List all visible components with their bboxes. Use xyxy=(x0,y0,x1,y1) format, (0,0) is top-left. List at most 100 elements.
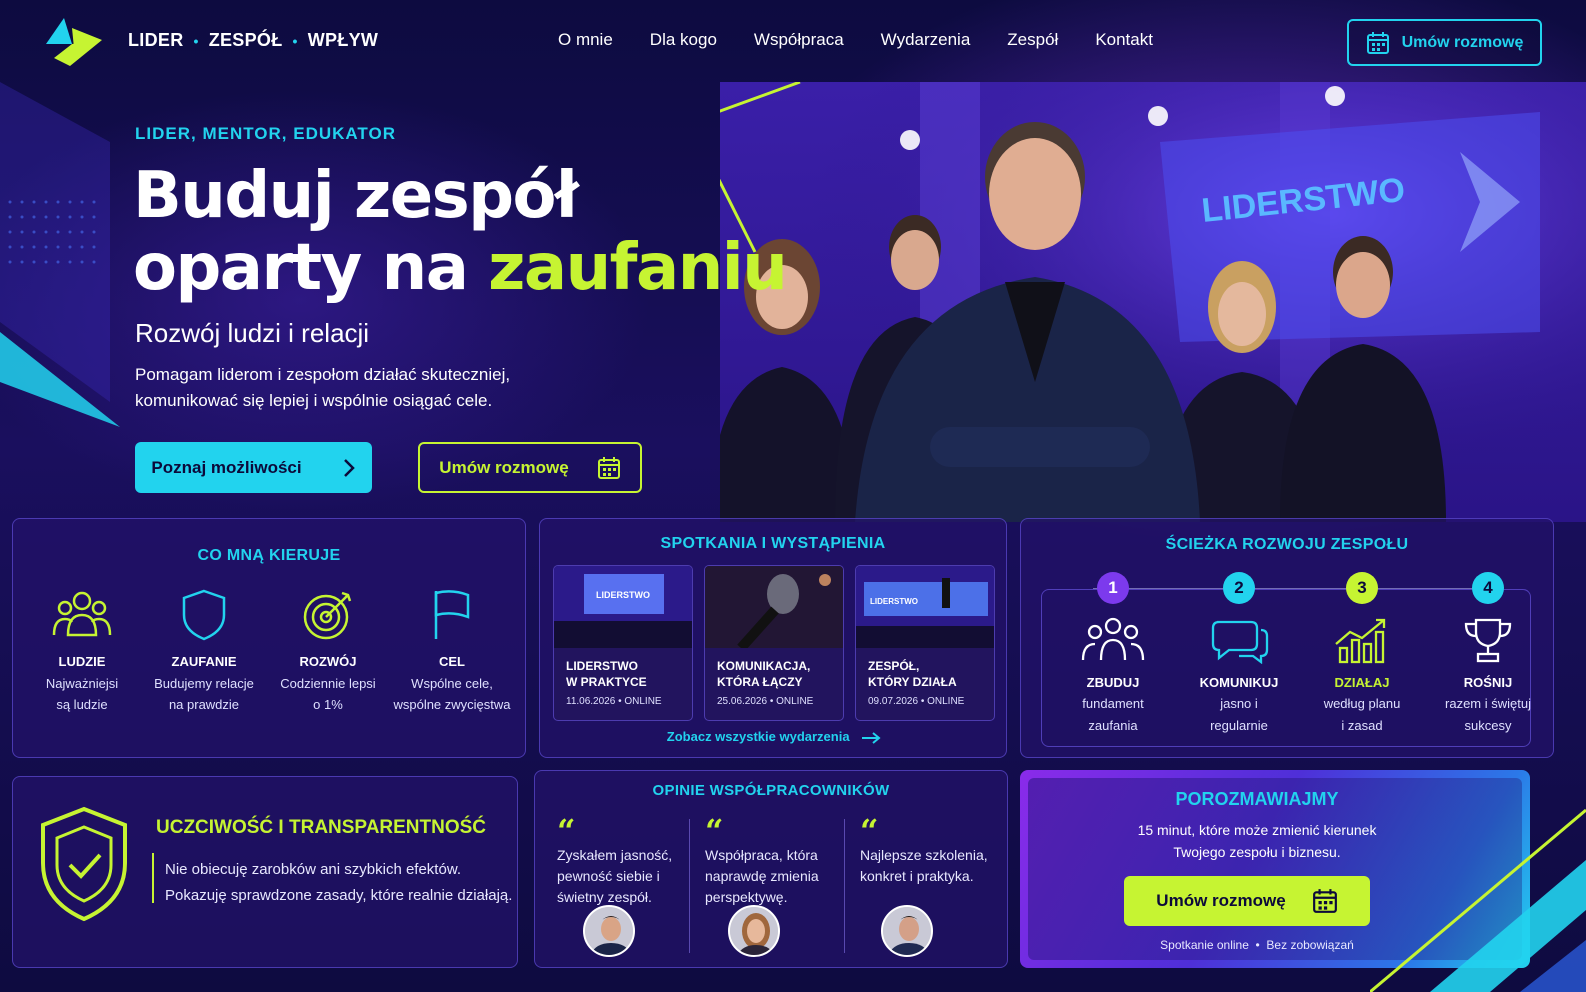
step-desc-line2: regularnie xyxy=(1210,718,1268,733)
shield-icon xyxy=(182,589,226,641)
step-desc-line1: jasno i xyxy=(1220,696,1258,711)
brand-separator: • xyxy=(193,32,199,49)
value-desc-line2: wspólne zwycięstwa xyxy=(393,697,511,712)
step-desc-line1: razem i świętuj xyxy=(1445,696,1531,711)
nav-link-events[interactable]: Wydarzenia xyxy=(881,30,971,50)
header-book-call-label: Umów rozmowę xyxy=(1401,33,1524,51)
hero-title-plain: oparty na xyxy=(133,231,489,305)
step-desc-line2: i zasad xyxy=(1341,718,1383,733)
nav-link-for-whom[interactable]: Dla kogo xyxy=(650,30,717,50)
hero-subtitle: Rozwój ludzi i relacji xyxy=(135,318,370,348)
hero-description: Pomagam liderom i zespołom działać skute… xyxy=(135,365,511,410)
event-name-line2: W PRAKTYCE xyxy=(566,675,647,689)
flag-icon xyxy=(434,590,470,639)
event-mode: ONLINE xyxy=(927,696,965,707)
opinions-title: OPINIE WSPÓŁPRACOWNIKÓW xyxy=(652,782,890,799)
opinion-text: Współpraca, która naprawdę zmienia persp… xyxy=(705,847,819,905)
nav-link-contact[interactable]: Kontakt xyxy=(1095,30,1153,50)
integrity-card: UCZCIWOŚĆ I TRANSPARENTNOŚĆ Nie obiecuję… xyxy=(12,776,518,968)
explore-button[interactable]: Poznaj możliwości xyxy=(135,442,372,493)
hero-book-call-button[interactable]: Umów rozmowę xyxy=(418,442,642,493)
event-mode: ONLINE xyxy=(624,696,662,707)
calendar-icon xyxy=(597,456,620,479)
step-title: DZIAŁAJ xyxy=(1334,675,1390,690)
integrity-line-1: Nie obiecuję zarobków ani szybkich efekt… xyxy=(165,861,461,878)
event-mode: ONLINE xyxy=(776,696,814,707)
chevron-right-icon xyxy=(343,458,355,477)
integrity-title: UCZCIWOŚĆ I TRANSPARENTNOŚĆ xyxy=(156,817,487,838)
step-desc-line1: według planu xyxy=(1323,696,1401,711)
value-desc-line2: o 1% xyxy=(313,697,343,712)
team-path-card: ŚCIEŻKA ROZWOJU ZESPOŁU 1 ZBUDUJ fundame… xyxy=(1020,518,1554,758)
step-number: 2 xyxy=(1223,572,1255,604)
calendar-icon xyxy=(1366,31,1389,54)
path-title: ŚCIEŻKA ROZWOJU ZESPOŁU xyxy=(1165,536,1409,553)
hero-title-accent: zaufaniu xyxy=(488,231,788,305)
nav-link-about[interactable]: O mnie xyxy=(558,30,613,50)
event-name-line1: ZESPÓŁ, xyxy=(868,659,920,673)
chart-icon xyxy=(1335,618,1386,664)
chat-icon xyxy=(1211,620,1269,665)
nav-link-team[interactable]: Zespół xyxy=(1007,30,1058,50)
opinion-item: “ Zyskałem jasność, pewność siebie i świ… xyxy=(557,815,697,908)
step-title: ZBUDUJ xyxy=(1086,675,1140,690)
event-meta: 25.06.2026 • ONLINE xyxy=(717,696,814,707)
value-title: CEL xyxy=(439,654,465,669)
event-card[interactable]: LIDERSTWO ZESPÓŁ, KTÓRY DZIAŁA 09.07.202… xyxy=(855,565,995,721)
target-icon xyxy=(303,591,352,640)
arrow-right-icon xyxy=(862,731,881,744)
event-date: 11.06.2026 xyxy=(566,696,616,707)
shield-check-icon xyxy=(41,806,127,922)
values-title: CO MNĄ KIERUJE xyxy=(197,547,341,564)
events-card: SPOTKANIA I WYSTĄPIENIA LIDERSTWO LIDERS… xyxy=(539,518,1007,758)
opinion-text: Zyskałem jasność, pewność siebie i świet… xyxy=(557,847,673,905)
step-number: 3 xyxy=(1346,572,1378,604)
value-title: ROZWÓJ xyxy=(299,654,357,669)
brand-separator: • xyxy=(292,32,298,49)
brand-word-3: WPŁYW xyxy=(307,30,379,50)
nav-link-cooperation[interactable]: Współpraca xyxy=(754,30,844,50)
event-card[interactable]: KOMUNIKACJA, KTÓRA ŁĄCZY 25.06.2026 • ON… xyxy=(704,565,844,721)
value-desc-line2: na prawdzie xyxy=(168,697,240,712)
value-desc-line1: Najważniejsi xyxy=(45,676,119,691)
avatar xyxy=(728,905,780,957)
value-item: LUDZIE Najważniejsi są ludzie xyxy=(17,589,147,715)
main-nav: O mnie Dla kogo Współpraca Wydarzenia Ze… xyxy=(558,30,1153,50)
step-title: KOMUNIKUJ xyxy=(1199,675,1279,690)
decorative-shapes xyxy=(0,82,120,427)
value-title: ZAUFANIE xyxy=(171,654,237,669)
path-step: 3 DZIAŁAJ według planu i zasad xyxy=(1307,572,1417,737)
event-name-line1: LIDERSTWO xyxy=(566,659,638,673)
brand-word-1: LIDER xyxy=(128,30,184,50)
brand-name[interactable]: LIDER • ZESPÓŁ • WPŁYW xyxy=(128,30,378,51)
people-icon xyxy=(1081,617,1145,661)
event-name-line1: KOMUNIKACJA, xyxy=(717,659,811,673)
opinion-item: “ Najlepsze szkolenia, konkret i praktyk… xyxy=(860,815,1000,887)
integrity-line-2: Pokazuję sprawdzone zasady, które realni… xyxy=(165,887,513,904)
value-desc-line1: Budujemy relacje xyxy=(154,676,254,691)
explore-button-label: Poznaj możliwości xyxy=(151,457,302,477)
event-date: 09.07.2026 xyxy=(868,696,919,707)
hero-title-line-1: Buduj zespół xyxy=(133,159,579,233)
event-thumbnail: LIDERSTWO xyxy=(554,566,692,648)
step-number: 4 xyxy=(1472,572,1504,604)
logo-icon[interactable] xyxy=(44,18,102,66)
value-title: LUDZIE xyxy=(58,654,106,669)
contact-book-call-button[interactable]: Umów rozmowę xyxy=(1124,876,1370,926)
value-desc-line1: Wspólne cele, xyxy=(411,676,493,691)
opinion-item: “ Współpraca, która naprawdę zmienia per… xyxy=(705,815,845,908)
event-thumb-text: LIDERSTWO xyxy=(870,597,918,606)
header-book-call-button[interactable]: Umów rozmowę xyxy=(1347,19,1542,66)
avatar xyxy=(881,905,933,957)
value-item: ZAUFANIE Budujemy relacje na prawdzie xyxy=(139,589,269,715)
value-item: CEL Wspólne cele, wspólne zwycięstwa xyxy=(387,589,517,715)
opinion-divider xyxy=(844,819,845,953)
brand-word-2: ZESPÓŁ xyxy=(208,30,283,50)
quote-icon: “ xyxy=(705,812,724,850)
step-desc-line1: fundament xyxy=(1082,696,1144,711)
event-card[interactable]: LIDERSTWO LIDERSTWO W PRAKTYCE 11.06.202… xyxy=(553,565,693,721)
all-events-link[interactable]: Zobacz wszystkie wydarzenia xyxy=(540,729,1008,744)
step-number: 1 xyxy=(1097,572,1129,604)
hero-kicker: LIDER, MENTOR, EDUKATOR xyxy=(135,124,397,143)
site-header: LIDER • ZESPÓŁ • WPŁYW O mnie Dla kogo W… xyxy=(0,0,1586,82)
